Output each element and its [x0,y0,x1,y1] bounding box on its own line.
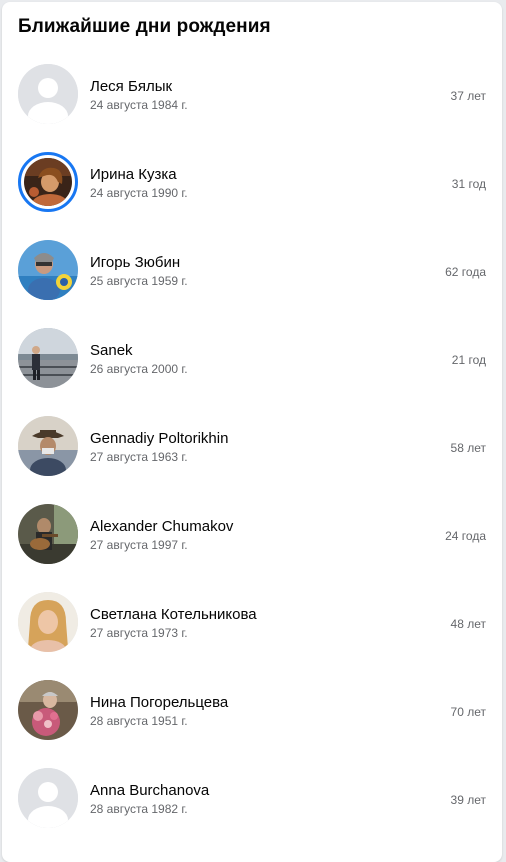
age-label: 70 лет [450,705,486,719]
birthday-list: Леся Бялык 24 августа 1984 г. 37 лет Ири… [2,62,502,854]
age-label: 39 лет [450,793,486,807]
birth-date: 26 августа 2000 г. [90,362,188,376]
avatar[interactable] [18,592,78,652]
photo-icon [18,680,78,740]
avatar[interactable] [18,504,78,564]
avatar[interactable] [18,680,78,740]
list-item[interactable]: Gennadiy Poltorikhin 27 августа 1963 г. … [2,414,502,502]
card-title: Ближайшие дни рождения [18,16,271,37]
photo-icon [18,504,78,564]
default-avatar-icon [18,768,78,828]
list-item[interactable]: Нина Погорельцева 28 августа 1951 г. 70 … [2,678,502,766]
list-item[interactable]: Sanek 26 августа 2000 г. 21 год [2,326,502,414]
age-label: 62 года [445,265,486,279]
list-item[interactable]: Леся Бялык 24 августа 1984 г. 37 лет [2,62,502,150]
birth-date: 24 августа 1990 г. [90,186,188,200]
list-item[interactable]: Светлана Котельникова 27 августа 1973 г.… [2,590,502,678]
birth-date: 28 августа 1982 г. [90,802,188,816]
person-name[interactable]: Леся Бялык [90,78,172,95]
birth-date: 25 августа 1959 г. [90,274,188,288]
avatar[interactable] [18,328,78,388]
list-item[interactable]: Anna Burchanova 28 августа 1982 г. 39 ле… [2,766,502,854]
birth-date: 27 августа 1997 г. [90,538,188,552]
default-avatar-icon [18,64,78,124]
birth-date: 27 августа 1973 г. [90,626,188,640]
person-name[interactable]: Gennadiy Poltorikhin [90,430,228,447]
photo-icon [18,592,78,652]
age-label: 31 год [451,177,486,191]
photo-icon [18,416,78,476]
age-label: 37 лет [450,89,486,103]
photo-icon [18,328,78,388]
list-item[interactable]: Игорь Зюбин 25 августа 1959 г. 62 года [2,238,502,326]
age-label: 58 лет [450,441,486,455]
avatar[interactable] [18,768,78,828]
list-item[interactable]: Alexander Chumakov 27 августа 1997 г. 24… [2,502,502,590]
birth-date: 24 августа 1984 г. [90,98,188,112]
avatar[interactable] [18,416,78,476]
person-name[interactable]: Ирина Кузка [90,166,177,183]
person-name[interactable]: Нина Погорельцева [90,694,228,711]
list-item[interactable]: Ирина Кузка 24 августа 1990 г. 31 год [2,150,502,238]
person-name[interactable]: Светлана Котельникова [90,606,257,623]
person-name[interactable]: Alexander Chumakov [90,518,233,535]
birthdays-card: Ближайшие дни рождения Леся Бялык 24 авг… [2,2,502,862]
person-name[interactable]: Игорь Зюбин [90,254,180,271]
birth-date: 27 августа 1963 г. [90,450,188,464]
age-label: 21 год [451,353,486,367]
avatar[interactable] [18,240,78,300]
photo-icon [18,240,78,300]
person-name[interactable]: Sanek [90,342,133,359]
photo-icon [24,158,72,206]
age-label: 24 года [445,529,486,543]
person-name[interactable]: Anna Burchanova [90,782,209,799]
avatar[interactable] [18,64,78,124]
birth-date: 28 августа 1951 г. [90,714,188,728]
age-label: 48 лет [450,617,486,631]
avatar[interactable] [18,152,78,212]
